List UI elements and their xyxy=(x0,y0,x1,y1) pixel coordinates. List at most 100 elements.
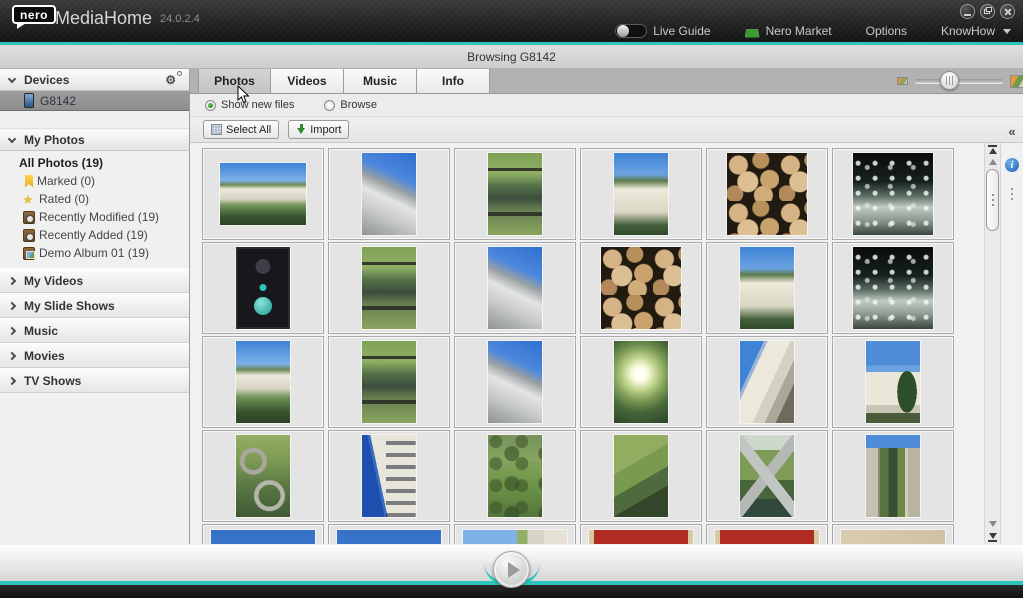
photo-thumbnail[interactable] xyxy=(832,524,954,544)
scroll-down-button[interactable] xyxy=(985,518,1000,531)
photo-thumbnail[interactable] xyxy=(580,524,702,544)
photo-thumbnail[interactable] xyxy=(328,430,450,522)
tab-bar: Photos Videos Music Info xyxy=(190,69,1023,94)
live-guide-toggle[interactable] xyxy=(615,24,648,38)
photo-thumbnail[interactable] xyxy=(454,242,576,334)
photo-thumbnail[interactable] xyxy=(454,336,576,428)
tab-info[interactable]: Info xyxy=(417,69,490,93)
scroll-to-bottom-button[interactable] xyxy=(985,531,1000,544)
photo-thumbnail[interactable] xyxy=(328,336,450,428)
options-button[interactable]: Options xyxy=(866,24,907,38)
sidebar-section-tv-shows[interactable]: TV Shows xyxy=(0,368,189,393)
radio-icon xyxy=(205,99,216,111)
nero-logo: nero xyxy=(12,5,57,29)
chevron-right-icon xyxy=(7,276,17,285)
item-icon xyxy=(23,210,35,224)
photo-building-garden xyxy=(236,341,290,423)
chevron-right-icon xyxy=(7,326,17,335)
photo-thumbnail[interactable] xyxy=(580,148,702,240)
sidebar-item-label: Recently Modified (19) xyxy=(39,210,160,224)
devices-section-header[interactable]: Devices ⚙ xyxy=(0,69,189,91)
radio-browse[interactable]: Browse xyxy=(324,99,377,111)
sidebar: Devices ⚙ G8142 My Photos All Photos (19… xyxy=(0,69,190,544)
photo-thumbnail[interactable] xyxy=(454,430,576,522)
collapse-panel-icon[interactable]: « xyxy=(1005,125,1019,138)
photo-thumbnail[interactable] xyxy=(202,242,324,334)
photo-thumbnail[interactable] xyxy=(706,336,828,428)
scroll-up-button[interactable] xyxy=(985,156,1000,169)
app-title: MediaHome xyxy=(55,8,153,28)
sidebar-item-recently-added-19-[interactable]: Recently Added (19) xyxy=(0,226,189,244)
photo-thumbnail[interactable] xyxy=(832,430,954,522)
sidebar-section-music[interactable]: Music xyxy=(0,318,189,343)
sidebar-item-demo-album-01-19-[interactable]: Demo Album 01 (19) xyxy=(0,244,189,262)
photo-street-buildings xyxy=(740,341,794,423)
scrollbar-thumb[interactable] xyxy=(986,169,999,231)
tab-label: Info xyxy=(442,74,464,88)
sidebar-item-recently-modified-19-[interactable]: Recently Modified (19) xyxy=(0,208,189,226)
nero-market-button[interactable]: Nero Market xyxy=(744,24,832,38)
view-filter-row: Show new files Browse xyxy=(190,94,1023,117)
photo-thumbnail[interactable] xyxy=(706,242,828,334)
info-icon[interactable]: i xyxy=(1005,158,1019,172)
sidebar-item-all-photos-19-[interactable]: All Photos (19) xyxy=(0,154,189,172)
chevron-down-icon xyxy=(7,74,17,83)
photo-thumbnail[interactable] xyxy=(832,148,954,240)
photo-thumbnail[interactable] xyxy=(202,430,324,522)
photo-thumbnail[interactable] xyxy=(706,430,828,522)
tab-label: Music xyxy=(362,74,397,88)
photo-thumbnail[interactable] xyxy=(328,148,450,240)
photo-thumbnail[interactable] xyxy=(202,148,324,240)
tab-label: Videos xyxy=(287,74,327,88)
zoom-in-thumbnail-icon[interactable] xyxy=(1010,74,1023,88)
my-photos-section-header[interactable]: My Photos xyxy=(0,129,189,151)
photo-thumbnail[interactable] xyxy=(454,524,576,544)
sidebar-section-movies[interactable]: Movies xyxy=(0,343,189,368)
tab-music[interactable]: Music xyxy=(344,69,417,93)
panel-grip-handle[interactable] xyxy=(1011,188,1013,190)
gear-icon[interactable]: ⚙ xyxy=(165,71,182,86)
zoom-slider-knob[interactable] xyxy=(940,71,959,90)
sidebar-section-my-videos[interactable]: My Videos xyxy=(0,268,189,293)
photo-thumbnail[interactable] xyxy=(202,524,324,544)
import-button[interactable]: Import xyxy=(288,120,350,139)
app-window: nero MediaHome 24.0.2.4 Live Guide Nero … xyxy=(0,0,1023,598)
photo-thumbnail[interactable] xyxy=(580,242,702,334)
photo-thumbnail[interactable] xyxy=(454,148,576,240)
close-button[interactable] xyxy=(1000,4,1015,19)
restore-button[interactable] xyxy=(980,4,995,19)
photo-thumbnail[interactable] xyxy=(706,148,828,240)
sidebar-item-device-g8142[interactable]: G8142 xyxy=(0,91,189,111)
scroll-to-top-button[interactable] xyxy=(985,143,1000,156)
play-button[interactable] xyxy=(493,551,530,588)
title-bar: nero MediaHome 24.0.2.4 Live Guide Nero … xyxy=(0,0,1023,42)
photo-thumbnail[interactable] xyxy=(328,524,450,544)
tab-photos[interactable]: Photos xyxy=(198,69,271,93)
photo-sky-strip xyxy=(337,530,441,544)
select-all-button[interactable]: Select All xyxy=(203,120,280,139)
vertical-scrollbar[interactable] xyxy=(984,143,1001,544)
photo-facade-sky xyxy=(362,435,416,517)
photo-thumbnail[interactable] xyxy=(832,242,954,334)
sidebar-item-rated-0-[interactable]: Rated (0) xyxy=(0,190,189,208)
chevron-down-icon xyxy=(7,134,17,143)
zoom-out-thumbnail-icon[interactable] xyxy=(897,77,908,85)
zoom-slider-track[interactable] xyxy=(915,71,1003,90)
photo-thumbnail[interactable] xyxy=(328,242,450,334)
section-label: Movies xyxy=(24,348,65,363)
mouse-cursor xyxy=(237,85,250,104)
sidebar-item-label: Recently Added (19) xyxy=(39,228,148,242)
tab-videos[interactable]: Videos xyxy=(271,69,344,93)
photo-thumbnail[interactable] xyxy=(832,336,954,428)
minimize-button[interactable] xyxy=(960,4,975,19)
photo-thumbnail[interactable] xyxy=(580,430,702,522)
photo-thumbnail[interactable] xyxy=(580,336,702,428)
photo-thumbnail[interactable] xyxy=(706,524,828,544)
photo-building-hill xyxy=(740,247,794,329)
sidebar-section-my-slide-shows[interactable]: My Slide Shows xyxy=(0,293,189,318)
photo-coke-sign xyxy=(715,530,819,544)
photo-thumbnail[interactable] xyxy=(202,336,324,428)
sidebar-item-marked-0-[interactable]: Marked (0) xyxy=(0,172,189,190)
knowhow-menu[interactable]: KnowHow xyxy=(941,24,1011,38)
right-panel-strip: « i xyxy=(1001,117,1023,544)
